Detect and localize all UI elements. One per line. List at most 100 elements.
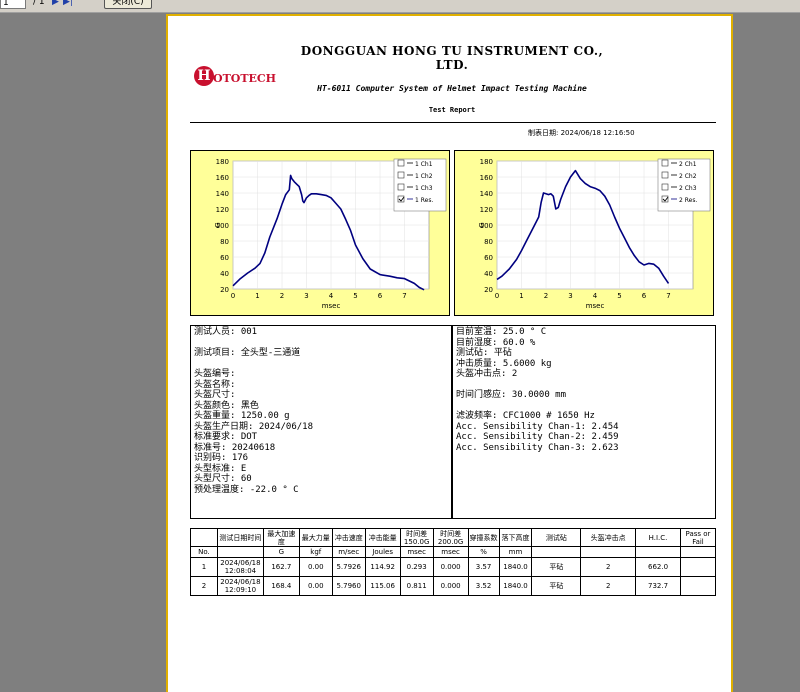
table-cell <box>580 546 637 558</box>
impact-chart-2: 20 40 60 80 100 120 140 160 180 0 1 2 3 4 5 6 7 Gmsec 2 Ch… <box>454 150 714 316</box>
y-tick-label: 140 <box>480 190 493 198</box>
table-cell: 1 <box>190 557 218 577</box>
table-cell: 落下高度 <box>498 528 533 547</box>
info-line <box>194 338 448 349</box>
table-cell <box>679 546 717 558</box>
info-line: 头盔编号: <box>194 369 236 379</box>
table-row: 1 2024/06/18 12:08:04 162.7 0.00 5.7926 114.9… <box>190 557 717 577</box>
table-cell: 3.57 <box>467 557 500 577</box>
x-tick-label: 5 <box>617 292 621 300</box>
info-line: 测试人员: 001 <box>194 327 258 337</box>
table-cell: 1840.0 <box>498 557 533 577</box>
test-info-right: 目前室温: 25.0 ° C 目前湿度: 60.0 % 测试砧: 平砧 冲击质量: 5… <box>452 325 716 519</box>
y-axis-label: G <box>478 222 486 227</box>
table-cell: 最大加速度 <box>262 528 300 547</box>
table-cell: 2 <box>190 576 218 596</box>
table-cell <box>190 528 218 547</box>
info-line: 头盔颜色: 黑色 <box>194 400 259 411</box>
x-tick-label: 0 <box>231 292 235 300</box>
company-name: DONGGUAN HONG TU INSTRUMENT CO., LTD. <box>300 44 604 72</box>
x-tick-label: 1 <box>519 292 523 300</box>
chart-legend: 1 Ch1 1 Ch2 1 Ch3 1 Res. <box>393 158 447 212</box>
close-button[interactable]: 关闭(C) <box>104 0 152 9</box>
x-tick-label: 4 <box>329 292 334 300</box>
table-units-row: No. Gkgf m/sec Joules msec msec% mm <box>190 546 717 558</box>
table-cell: m/sec <box>331 546 366 558</box>
report-title: Test Report <box>428 106 476 114</box>
table-cell: H.I.C. <box>635 528 681 547</box>
y-tick-label: 180 <box>480 158 493 166</box>
table-cell: 2024/06/18 12:09:10 <box>216 576 264 596</box>
info-line: 目前湿度: 60.0 % <box>456 337 536 348</box>
last-page-icon[interactable]: ▶| <box>63 0 73 7</box>
table-cell: 冲击能量 <box>364 528 401 547</box>
test-info-left: 测试人员: 001 测试项目: 全头型-三通道 头盔编号: 头盔名称: 头盔尺寸: 头… <box>190 325 452 519</box>
table-cell: 最大力量 <box>298 528 333 547</box>
info-line: 识别码: 176 <box>194 453 249 463</box>
table-cell: G <box>262 546 300 558</box>
legend-label: 1 Ch1 <box>415 161 433 168</box>
legend-checkbox <box>397 171 405 179</box>
info-line: 头盔冲击点: 2 <box>456 369 518 379</box>
x-axis-label: msec <box>322 302 341 310</box>
table-cell: Joules <box>364 546 401 558</box>
table-cell: 2024/06/18 12:08:04 <box>216 557 264 577</box>
table-cell: % <box>467 546 500 558</box>
info-line <box>456 380 712 391</box>
legend-label: 1 Ch3 <box>415 185 433 192</box>
table-cell: msec <box>432 546 469 558</box>
x-tick-label: 4 <box>593 292 598 300</box>
table-cell: 2 <box>580 576 637 596</box>
page-number-input[interactable]: 1 <box>0 0 26 9</box>
x-tick-label: 7 <box>666 292 670 300</box>
table-cell: 115.06 <box>364 576 401 596</box>
print-date: 制表日期: 2024/06/18 12:16:50 <box>528 129 635 137</box>
table-cell: No. <box>190 546 218 558</box>
info-line: Acc. Sensibility Chan-2: 2.459 <box>456 432 619 442</box>
results-table: 测试日期时间 最大加速度 最大力量 冲击速度 冲击能量 时间差150.0G 时间差200.0… <box>190 528 717 596</box>
table-cell: 168.4 <box>262 576 300 596</box>
next-page-icon[interactable]: ▶ <box>52 0 59 7</box>
y-tick-label: 140 <box>216 190 229 198</box>
y-tick-label: 120 <box>216 206 229 214</box>
chart-2-svg: 204060801001201401601800 1 2 3 4 5 6 7Gmsec2 Ch… <box>478 158 711 310</box>
x-axis-label: msec <box>586 302 605 310</box>
info-line <box>194 359 448 370</box>
x-tick-label: 1 <box>255 292 259 300</box>
x-tick-label: 0 <box>495 292 499 300</box>
info-line: 时间门感应: 30.0000 mm <box>456 390 567 400</box>
info-line: Acc. Sensibility Chan-3: 2.623 <box>456 442 619 453</box>
legend-label: 2 Ch1 <box>679 161 697 168</box>
legend-label: 2 Ch3 <box>679 185 697 192</box>
y-tick-label: 160 <box>216 174 229 182</box>
info-line: 预处理温度: -22.0 ° C <box>194 484 299 495</box>
y-tick-label: 20 <box>484 286 493 294</box>
x-tick-label: 2 <box>544 292 548 300</box>
info-line: 标准要求: DOT <box>194 432 258 442</box>
x-tick-label: 3 <box>568 292 572 300</box>
info-line: 头盔生产日期: 2024/06/18 <box>194 421 314 432</box>
x-tick-label: 2 <box>280 292 284 300</box>
table-cell: 0.811 <box>399 576 434 596</box>
table-cell: mm <box>498 546 533 558</box>
info-line: 目前室温: 25.0 ° C <box>456 327 547 337</box>
y-axis-label: G <box>214 222 222 227</box>
legend-label: 2 Ch2 <box>679 173 697 180</box>
info-line: 冲击质量: 5.6000 kg <box>456 358 552 369</box>
table-cell: 平砧 <box>531 576 582 596</box>
table-cell <box>635 546 681 558</box>
page-total: / 1 <box>33 0 45 7</box>
y-tick-label: 60 <box>484 254 493 262</box>
info-line: 头盔尺寸: <box>194 390 236 400</box>
table-cell: 1840.0 <box>498 576 533 596</box>
table-cell: 0.000 <box>432 576 469 596</box>
x-tick-label: 7 <box>402 292 406 300</box>
table-cell: 测试日期时间 <box>216 528 264 547</box>
table-cell: 114.92 <box>364 557 401 577</box>
y-tick-label: 80 <box>484 238 493 246</box>
table-cell <box>531 546 582 558</box>
table-cell: Pass or Fail <box>679 528 717 547</box>
table-cell: 662.0 <box>635 557 681 577</box>
x-tick-label: 5 <box>353 292 357 300</box>
table-cell: 0.293 <box>399 557 434 577</box>
